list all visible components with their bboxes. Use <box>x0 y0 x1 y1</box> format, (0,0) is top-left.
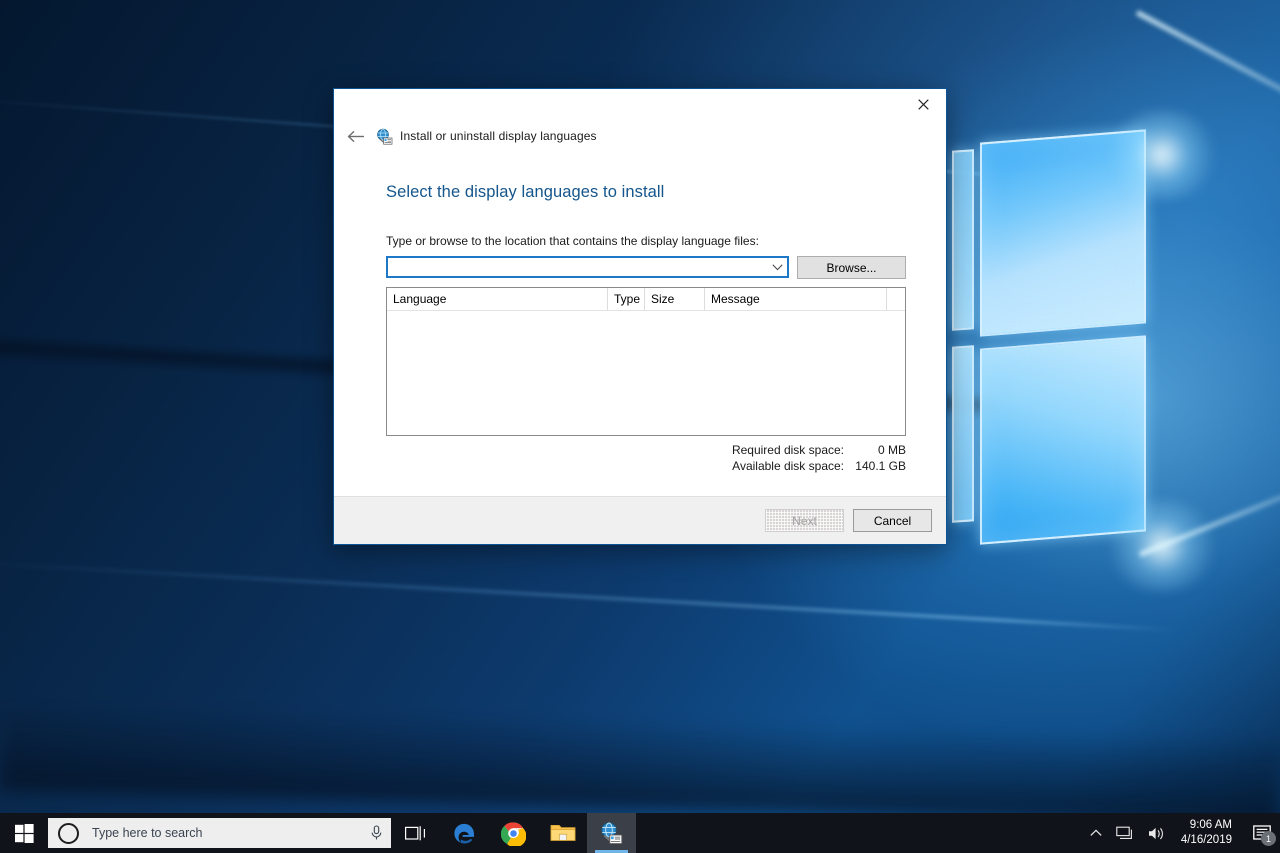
search-placeholder: Type here to search <box>92 826 203 840</box>
globe-language-icon <box>376 128 393 145</box>
required-disk-space-row: Required disk space: 0 MB <box>732 443 906 457</box>
language-settings-icon[interactable] <box>587 813 636 853</box>
wallpaper-light-streak-lower <box>0 560 1179 633</box>
taskbar: Type here to search 9:06 AM 4/16/2019 1 <box>0 813 1280 853</box>
logo-ray-bottom <box>1139 462 1280 557</box>
logo-glow-bottom <box>1102 500 1222 592</box>
notification-count-badge: 1 <box>1261 831 1276 846</box>
clock-date: 4/16/2019 <box>1180 834 1232 846</box>
required-disk-space-value: 0 MB <box>877 443 906 457</box>
available-disk-space-row: Available disk space: 140.1 GB <box>732 459 906 473</box>
cancel-button[interactable]: Cancel <box>853 509 932 532</box>
clock-time: 9:06 AM <box>1189 819 1232 832</box>
listbox-header-row: Language Type Size Message <box>387 288 905 311</box>
column-header-language[interactable]: Language <box>387 288 608 310</box>
logo-pane-top-right <box>980 129 1146 337</box>
page-title: Select the display languages to install <box>386 183 665 201</box>
dialog-nav-row: Install or uninstall display languages <box>334 123 946 149</box>
network-icon[interactable] <box>1109 813 1141 853</box>
path-input-row: Browse... <box>386 256 906 279</box>
listbox-rows <box>387 311 905 435</box>
clock[interactable]: 9:06 AM 4/16/2019 <box>1173 813 1244 853</box>
logo-glow-top <box>1102 110 1222 200</box>
edge-icon[interactable] <box>440 813 489 853</box>
task-view-icon[interactable] <box>391 813 440 853</box>
path-input[interactable] <box>388 258 767 276</box>
path-combobox[interactable] <box>386 256 789 278</box>
column-header-size[interactable]: Size <box>645 288 705 310</box>
logo-pane-bottom-right <box>980 335 1146 545</box>
column-header-type[interactable]: Type <box>608 288 645 310</box>
close-icon[interactable] <box>901 89 946 119</box>
install-display-languages-dialog: Install or uninstall display languages S… <box>333 88 947 545</box>
action-center-icon[interactable]: 1 <box>1244 813 1280 853</box>
dialog-nav-title: Install or uninstall display languages <box>400 129 597 143</box>
back-arrow-icon[interactable] <box>342 124 370 148</box>
desktop-screen: Install or uninstall display languages S… <box>0 0 1280 853</box>
logo-pane-top-left <box>952 149 974 331</box>
browse-button[interactable]: Browse... <box>797 256 906 279</box>
dialog-titlebar <box>334 89 946 123</box>
show-hidden-icons-chevron[interactable] <box>1083 813 1109 853</box>
cortana-circle-icon[interactable] <box>58 822 79 844</box>
microphone-icon[interactable] <box>369 825 383 841</box>
available-disk-space-value: 140.1 GB <box>855 459 906 473</box>
windows-hero-logo <box>952 10 1280 592</box>
languages-listbox[interactable]: Language Type Size Message <box>386 287 906 436</box>
logo-ray-top <box>1135 10 1280 156</box>
dialog-body: Select the display languages to install … <box>334 149 946 496</box>
available-disk-space-label: Available disk space: <box>732 459 844 473</box>
chevron-down-icon[interactable] <box>767 258 787 276</box>
next-button[interactable]: Next <box>765 509 844 532</box>
system-tray: 9:06 AM 4/16/2019 1 <box>1083 813 1280 853</box>
file-explorer-icon[interactable] <box>538 813 587 853</box>
logo-pane-bottom-left <box>952 345 974 523</box>
disk-space-info: Required disk space: 0 MB Available disk… <box>386 443 906 473</box>
volume-icon[interactable] <box>1141 813 1173 853</box>
column-header-extra[interactable] <box>887 288 905 310</box>
windows-start-icon[interactable] <box>0 813 48 853</box>
column-header-message[interactable]: Message <box>705 288 887 310</box>
chrome-icon[interactable] <box>489 813 538 853</box>
path-field-label: Type or browse to the location that cont… <box>386 234 759 248</box>
search-input[interactable]: Type here to search <box>48 818 391 848</box>
dialog-footer: Next Cancel <box>334 496 946 544</box>
wallpaper-bottom-shade <box>0 700 1280 826</box>
required-disk-space-label: Required disk space: <box>731 443 844 457</box>
